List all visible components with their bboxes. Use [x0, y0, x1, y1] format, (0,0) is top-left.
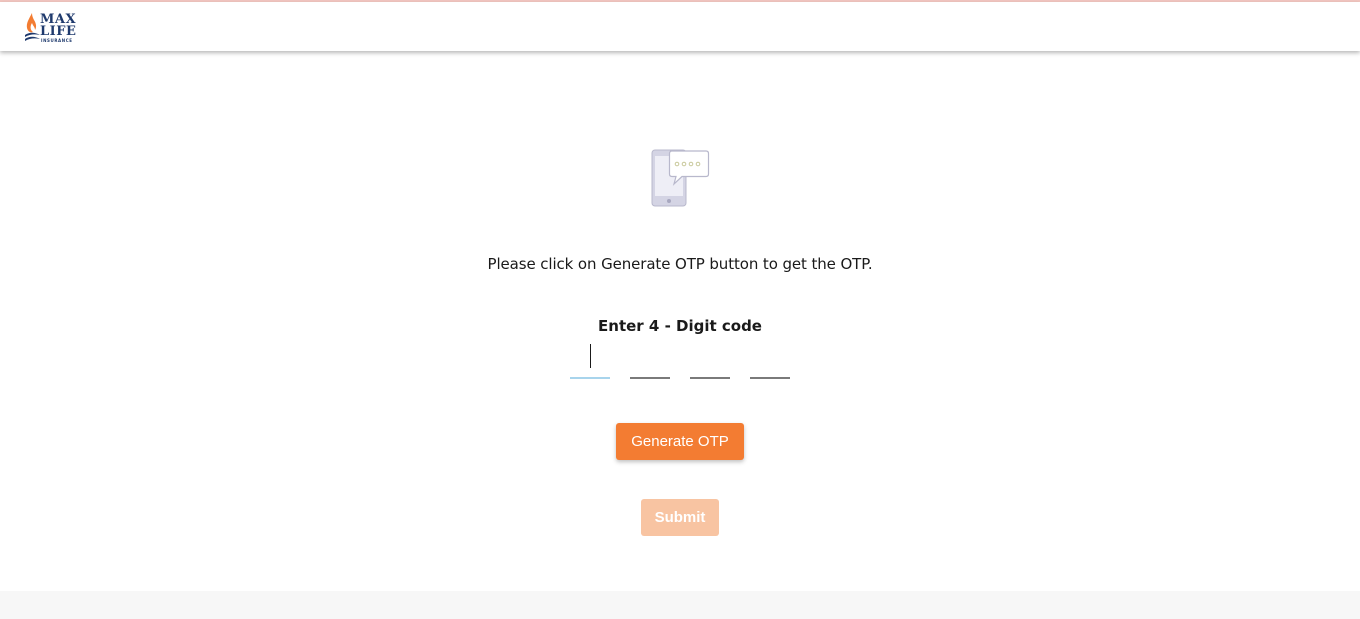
logo-text-life: LIFE	[40, 24, 77, 39]
brand-logo[interactable]: MAX LIFE INSURANCE	[23, 11, 79, 45]
otp-digit-4[interactable]	[750, 340, 790, 379]
otp-digit-2[interactable]	[630, 340, 670, 379]
phone-message-icon	[650, 148, 710, 208]
logo-text-insurance: INSURANCE	[41, 38, 73, 43]
flame-logo-icon	[25, 13, 40, 41]
submit-button[interactable]: Submit	[641, 499, 719, 536]
footer-bar	[0, 591, 1360, 619]
otp-input-group	[570, 340, 790, 380]
text-caret	[590, 344, 591, 368]
otp-code-label: Enter 4 - Digit code	[598, 317, 762, 335]
otp-instruction-text: Please click on Generate OTP button to g…	[487, 255, 873, 273]
generate-otp-button[interactable]: Generate OTP	[616, 423, 744, 460]
otp-digit-3[interactable]	[690, 340, 730, 379]
header-bar: MAX LIFE INSURANCE	[0, 2, 1360, 51]
